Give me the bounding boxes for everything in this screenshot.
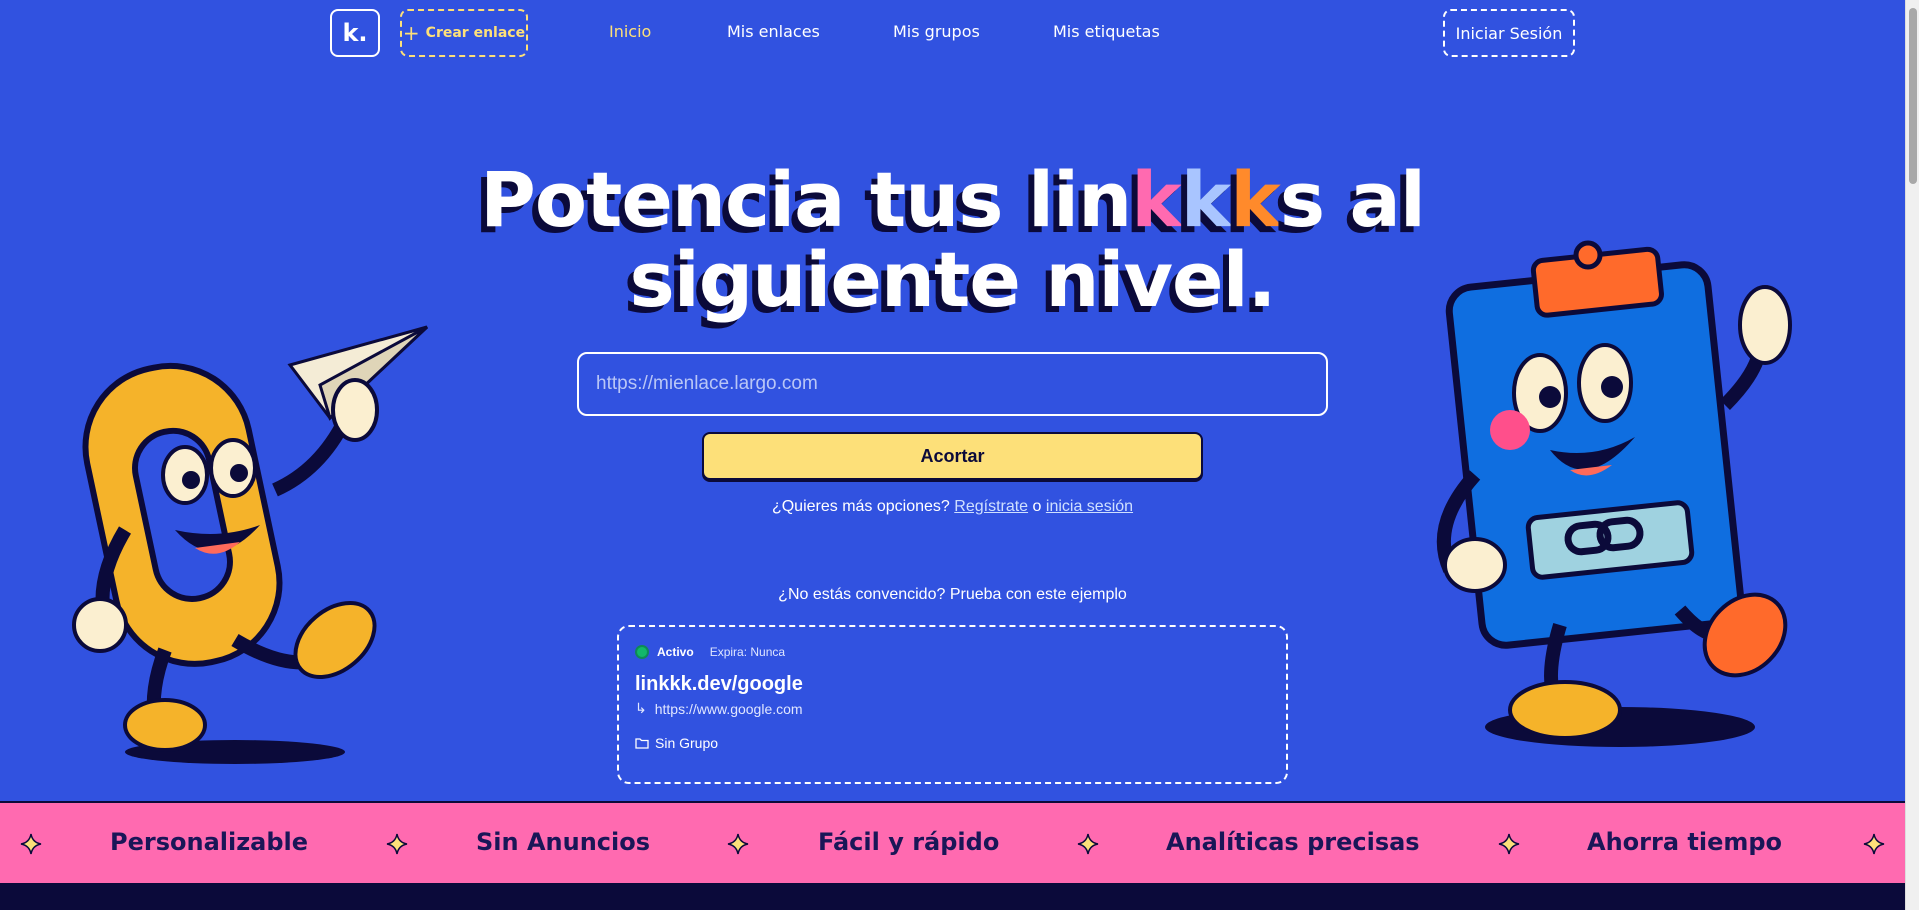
folder-icon xyxy=(635,738,649,749)
login-link[interactable]: inicia sesión xyxy=(1046,498,1133,515)
nav-link-mis-enlaces[interactable]: Mis enlaces xyxy=(727,22,820,41)
card-status: Activo Expira: Nunca xyxy=(635,645,1270,659)
sparkle-icon xyxy=(727,833,749,855)
create-link-label: Crear enlace xyxy=(425,25,526,41)
login-button[interactable]: Iniciar Sesión xyxy=(1443,9,1575,57)
scrollbar-thumb[interactable] xyxy=(1909,8,1917,184)
create-link-button[interactable]: + Crear enlace xyxy=(400,9,528,57)
short-url[interactable]: linkkk.dev/google xyxy=(635,673,1270,696)
nav-link-inicio[interactable]: Inicio xyxy=(609,22,651,41)
feature-ahorra-tiempo: Ahorra tiempo xyxy=(1587,828,1783,856)
expires-label: Expira: Nunca xyxy=(709,645,786,659)
sparkle-icon xyxy=(1077,833,1099,855)
sparkle-icon xyxy=(1863,833,1885,855)
features-marquee: Personalizable Sin Anuncios Fácil y rápi… xyxy=(0,801,1905,883)
clipboard-mascot xyxy=(1436,240,1792,747)
url-input[interactable] xyxy=(577,352,1328,416)
logo[interactable]: k. xyxy=(330,9,380,57)
feature-sin-anuncios: Sin Anuncios xyxy=(476,828,651,856)
example-link-card[interactable]: Activo Expira: Nunca linkkk.dev/google ↳… xyxy=(617,625,1288,784)
feature-facil-rapido: Fácil y rápido xyxy=(818,828,1000,856)
redirect-arrow-icon: ↳ xyxy=(635,700,647,716)
status-label: Activo xyxy=(657,645,694,659)
sparkle-icon xyxy=(386,833,408,855)
register-link[interactable]: Regístrate xyxy=(954,498,1028,515)
destination-url: ↳ https://www.google.com xyxy=(635,700,803,717)
sparkle-icon xyxy=(20,833,42,855)
sparkle-icon xyxy=(1498,833,1520,855)
feature-personalizable: Personalizable xyxy=(110,828,309,856)
footer-band xyxy=(0,883,1905,910)
status-dot-icon xyxy=(635,645,649,659)
example-question: ¿No estás convencido? Prueba con este ej… xyxy=(778,586,1127,603)
group-label: Sin Grupo xyxy=(635,735,1270,751)
nav-link-mis-grupos[interactable]: Mis grupos xyxy=(893,22,980,41)
nav-link-mis-etiquetas[interactable]: Mis etiquetas xyxy=(1053,22,1160,41)
top-nav: k. + Crear enlace Inicio Mis enlaces Mis… xyxy=(0,0,1905,64)
plus-icon: + xyxy=(402,21,420,45)
chain-link-mascot xyxy=(72,325,429,764)
shorten-button[interactable]: Acortar xyxy=(702,432,1203,480)
more-options-text: ¿Quieres más opciones? Regístrate o inic… xyxy=(771,498,1134,515)
feature-analiticas: Analíticas precisas xyxy=(1166,828,1420,856)
page-scrollbar[interactable] xyxy=(1905,0,1919,910)
